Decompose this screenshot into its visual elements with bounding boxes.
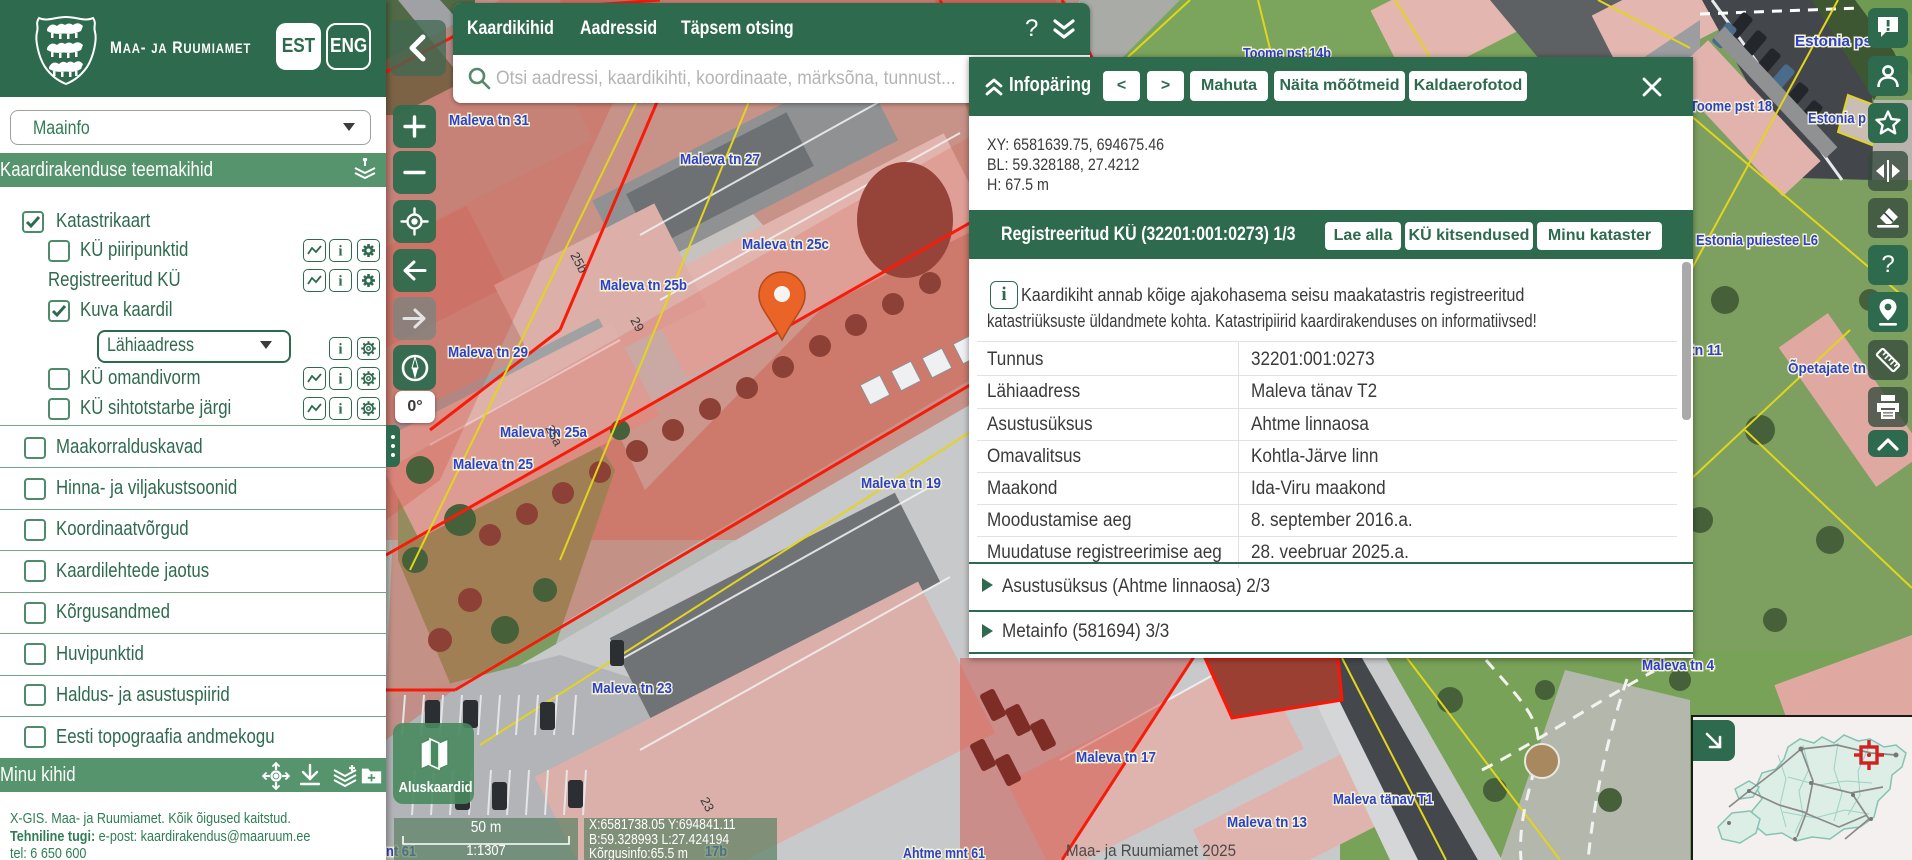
svg-text:Õpetajate tn: Õpetajate tn [1788,359,1866,377]
svg-text:Maleva tn 19: Maleva tn 19 [861,475,941,492]
svg-text:Ahtme mnt 61: Ahtme mnt 61 [903,845,985,860]
svg-text:Maleva tn 13: Maleva tn 13 [1227,814,1307,831]
svg-text:Maleva tn 25: Maleva tn 25 [453,456,533,473]
svg-text:Estonia pst: Estonia pst [1795,33,1877,50]
svg-text:Maleva tn 25b: Maleva tn 25b [600,277,687,294]
svg-text:Toome pst 18: Toome pst 18 [1690,98,1772,115]
svg-text:Maleva tn 31: Maleva tn 31 [449,112,529,129]
svg-text:tn 11: tn 11 [1690,342,1722,359]
svg-text:Maleva tn 27: Maleva tn 27 [680,151,760,168]
svg-text:Maleva tn 29: Maleva tn 29 [448,344,528,361]
svg-text:Estonia puiestee L6: Estonia puiestee L6 [1696,232,1818,249]
svg-text:Maleva tn 25c: Maleva tn 25c [742,236,829,253]
svg-text:Estonia p: Estonia p [1808,110,1866,127]
svg-text:Maleva tn 17: Maleva tn 17 [1076,749,1156,766]
svg-text:Maleva tn 23: Maleva tn 23 [592,680,672,697]
svg-text:Maleva tn 4: Maleva tn 4 [1642,657,1715,674]
svg-text:Maleva tn 25a: Maleva tn 25a [500,424,588,441]
svg-text:Maa- ja Ruumiamet 2025: Maa- ja Ruumiamet 2025 [1066,841,1236,860]
svg-text:Maleva tänav T1: Maleva tänav T1 [1333,791,1433,808]
